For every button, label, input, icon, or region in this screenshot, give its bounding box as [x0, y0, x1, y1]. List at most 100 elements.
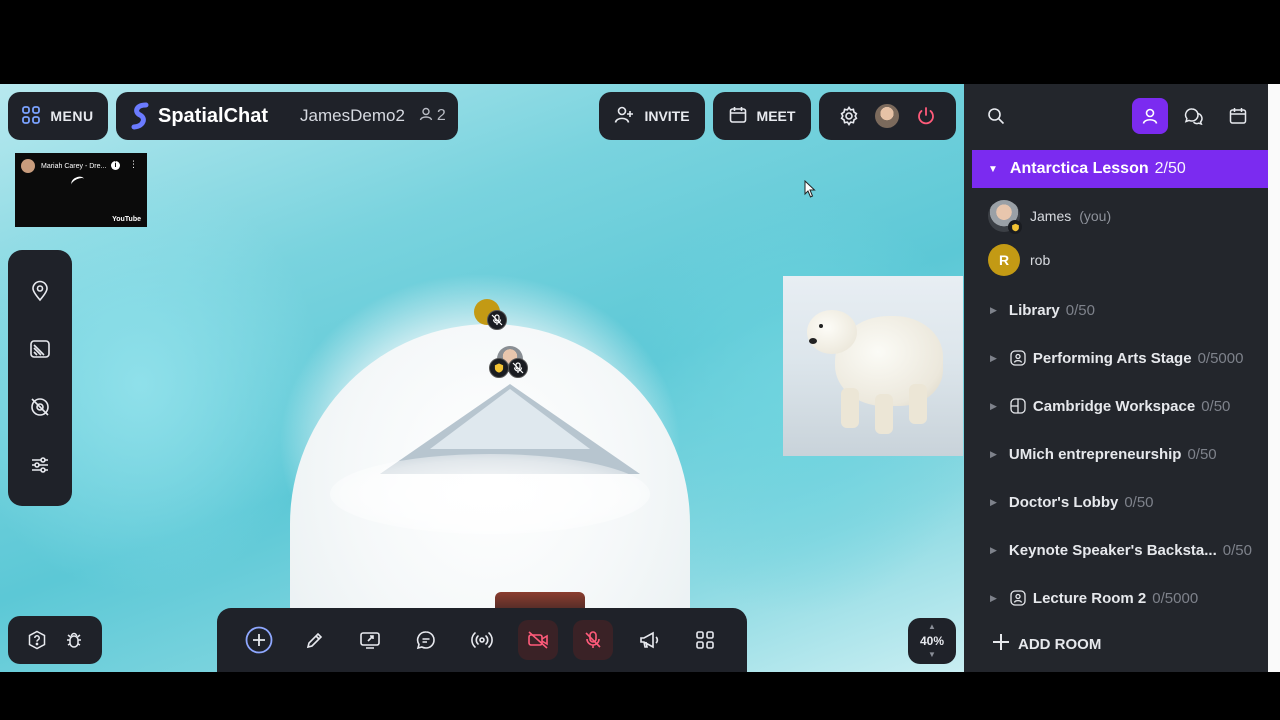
room-count: 0/50 [1124, 494, 1153, 511]
caret-right-icon: ▶ [990, 353, 997, 364]
room-item-active[interactable]: ▼ Antarctica Lesson 2/50 [972, 150, 1268, 188]
mountain-snow-shape [430, 389, 590, 449]
loading-spinner-icon [70, 175, 87, 190]
zoom-level: 40% [920, 634, 944, 648]
bug-report-icon[interactable] [56, 622, 92, 658]
chat-bubble-icon[interactable] [406, 620, 446, 660]
help-icon[interactable] [19, 622, 55, 658]
channel-avatar [21, 159, 35, 173]
tab-chat[interactable] [1176, 98, 1212, 134]
spatialchat-logo-icon [130, 102, 150, 130]
member-item[interactable]: R rob [964, 238, 1268, 282]
member-name: James [1030, 208, 1071, 224]
user-tools [819, 92, 956, 140]
room-name: UMich entrepreneurship [1009, 446, 1182, 463]
caret-right-icon: ▶ [990, 545, 997, 556]
sidebar-tabs [1132, 98, 1256, 134]
bear-leg [909, 384, 927, 424]
bear-eye [819, 324, 823, 328]
caret-right-icon: ▶ [990, 305, 997, 316]
brand-name: SpatialChat [158, 105, 268, 128]
more-dots-icon[interactable]: ⋮ [129, 159, 138, 170]
bottom-toolbar [217, 608, 747, 672]
add-content-button[interactable] [239, 620, 279, 660]
info-icon[interactable]: i [111, 161, 120, 170]
youtube-logo: YouTube [112, 216, 141, 223]
room-count: 0/50 [1066, 302, 1095, 319]
zoom-control[interactable]: ▲ 40% ▼ [908, 618, 956, 664]
room-sidebar: ▼ Antarctica Lesson 2/50 James (you) R r… [964, 84, 1268, 672]
bear-head [807, 310, 857, 354]
caret-right-icon: ▶ [990, 401, 997, 412]
add-room-label: ADD ROOM [1018, 636, 1101, 653]
menu-button[interactable]: MENU [8, 92, 108, 140]
hide-eye-icon[interactable] [22, 389, 58, 425]
settings-gear-icon[interactable] [831, 98, 867, 134]
broadcast-icon[interactable] [462, 620, 502, 660]
megaphone-icon[interactable] [629, 620, 669, 660]
user-count-value: 2 [437, 107, 446, 125]
room-item[interactable]: ▶ Keynote Speaker's Backsta... 0/50 [964, 526, 1268, 574]
grid-icon [22, 106, 40, 127]
room-item[interactable]: ▶ UMich entrepreneurship 0/50 [964, 430, 1268, 478]
tab-calendar[interactable] [1220, 98, 1256, 134]
screen-share-icon[interactable] [350, 620, 390, 660]
meet-label: MEET [757, 108, 796, 124]
caret-right-icon: ▶ [990, 449, 997, 460]
mouse-cursor-icon [804, 180, 816, 203]
avatar [988, 200, 1020, 232]
user-avatar[interactable] [875, 104, 899, 128]
scrollbar[interactable] [1268, 84, 1280, 672]
caret-down-icon: ▼ [988, 164, 998, 175]
room-item[interactable]: ▶ Performing Arts Stage 0/5000 [964, 334, 1268, 382]
search-icon[interactable] [986, 106, 1006, 126]
background-icon[interactable] [22, 331, 58, 367]
room-name: Doctor's Lobby [1009, 494, 1118, 511]
mic-off-button[interactable] [573, 620, 613, 660]
spatialchat-app: MENU SpatialChat JamesDemo2 2 INVITE MEE… [0, 84, 1280, 672]
user-count[interactable]: 2 [419, 107, 446, 126]
member-name: rob [1030, 252, 1050, 268]
room-item[interactable]: ▶ Cambridge Workspace 0/50 [964, 382, 1268, 430]
sliders-icon[interactable] [22, 447, 58, 483]
meet-button[interactable]: MEET [713, 92, 811, 140]
camera-off-button[interactable] [518, 620, 558, 660]
add-user-icon [614, 106, 634, 127]
caret-right-icon: ▶ [990, 593, 997, 604]
location-pin-icon[interactable] [22, 273, 58, 309]
room-count: 0/50 [1201, 398, 1230, 415]
pencil-draw-icon[interactable] [295, 620, 335, 660]
power-icon[interactable] [908, 98, 944, 134]
tab-people[interactable] [1132, 98, 1168, 134]
chevron-up-icon[interactable]: ▲ [928, 624, 936, 630]
room-item[interactable]: ▶ Library 0/50 [964, 286, 1268, 334]
polar-bear-image[interactable] [783, 276, 963, 456]
menu-label: MENU [50, 108, 93, 124]
room-name: Library [1009, 302, 1060, 319]
youtube-video-embed[interactable]: Mariah Carey - Dre... i ⋮ YouTube [15, 153, 147, 227]
caret-right-icon: ▶ [990, 497, 997, 508]
user-icon [419, 107, 433, 126]
plus-icon [992, 633, 1010, 655]
invite-button[interactable]: INVITE [599, 92, 705, 140]
room-item[interactable]: ▶ Doctor's Lobby 0/50 [964, 478, 1268, 526]
cloud-mist [330, 454, 650, 534]
stage-icon [1009, 589, 1027, 607]
apps-grid-icon[interactable] [685, 620, 725, 660]
bear-nose [809, 338, 817, 344]
add-room-button[interactable]: ADD ROOM [964, 616, 1268, 672]
room-item[interactable]: ▶ Lecture Room 2 0/5000 [964, 574, 1268, 622]
room-name: Lecture Room 2 [1033, 590, 1146, 607]
mic-muted-icon [487, 310, 507, 330]
bear-leg [875, 394, 893, 434]
invite-label: INVITE [644, 108, 689, 124]
room-name: Performing Arts Stage [1033, 350, 1192, 367]
room-name: Keynote Speaker's Backsta... [1009, 542, 1217, 559]
left-toolbar [8, 250, 72, 506]
video-title: Mariah Carey - Dre... [41, 163, 106, 170]
member-item[interactable]: James (you) [964, 194, 1268, 238]
room-name: Cambridge Workspace [1033, 398, 1195, 415]
chevron-down-icon[interactable]: ▼ [928, 652, 936, 658]
brand-bar: SpatialChat JamesDemo2 2 [116, 92, 458, 140]
space-name[interactable]: JamesDemo2 [300, 106, 405, 126]
